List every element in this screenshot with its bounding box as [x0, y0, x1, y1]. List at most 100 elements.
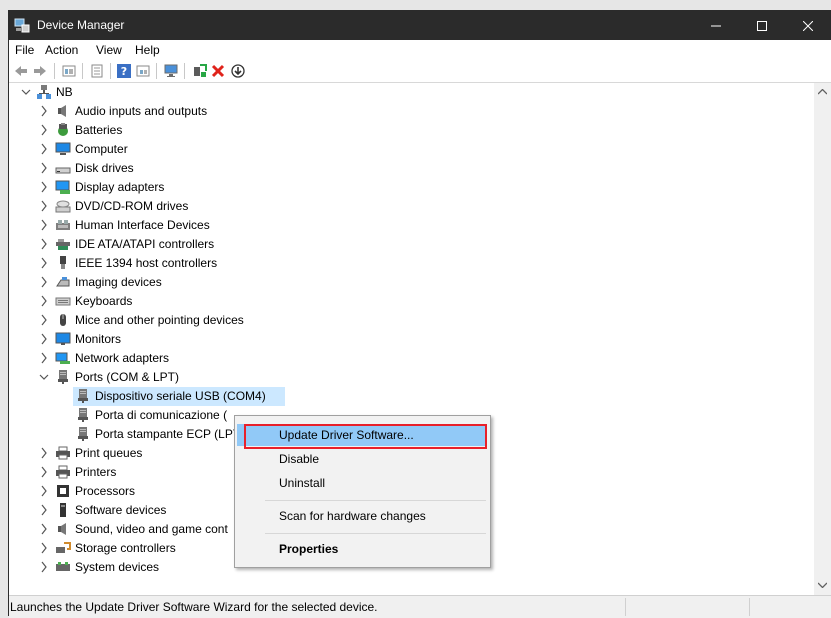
port-icon — [78, 427, 88, 441]
scroll-up-icon[interactable] — [818, 89, 827, 95]
tree-item[interactable]: Computer — [9, 140, 814, 159]
tree-item[interactable]: Audio inputs and outputs — [9, 102, 814, 121]
context-menu-item-scan-for-hardware-changes[interactable]: Scan for hardware changes — [237, 505, 486, 527]
help-icon[interactable]: ? — [116, 63, 132, 79]
menu-separator — [265, 533, 486, 534]
chevron-right-icon[interactable] — [39, 124, 49, 136]
tree-item[interactable]: IEEE 1394 host controllers — [9, 254, 814, 273]
tree-item-label: Ports (COM & LPT) — [75, 370, 180, 384]
chevron-right-icon[interactable] — [39, 333, 49, 345]
tree-item-label: Printers — [75, 465, 117, 479]
chevron-right-icon[interactable] — [39, 238, 49, 250]
chevron-right-icon[interactable] — [39, 542, 49, 554]
ieee1394-icon — [60, 256, 66, 269]
uninstall-x-icon[interactable] — [210, 63, 226, 79]
display-adapter-icon — [55, 180, 70, 194]
tree-item[interactable]: Keyboards — [9, 292, 814, 311]
maximize-button[interactable] — [739, 11, 785, 40]
tree-item[interactable]: IDE ATA/ATAPI controllers — [9, 235, 814, 254]
chevron-right-icon[interactable] — [39, 105, 49, 117]
view-grid-icon[interactable] — [135, 63, 151, 79]
chevron-right-icon[interactable] — [39, 523, 49, 535]
add-legacy-icon[interactable] — [191, 63, 207, 79]
tree-item[interactable]: DVD/CD-ROM drives — [9, 197, 814, 216]
context-menu-item-properties[interactable]: Properties — [237, 538, 486, 560]
tree-item[interactable]: Network adapters — [9, 349, 814, 368]
chevron-right-icon[interactable] — [39, 257, 49, 269]
chevron-right-icon[interactable] — [39, 447, 49, 459]
tree-item[interactable]: Disk drives — [9, 159, 814, 178]
monitor-icon[interactable] — [163, 63, 179, 79]
tree-item[interactable]: Display adapters — [9, 178, 814, 197]
tree-child-label: Porta stampante ECP (LPT — [95, 427, 241, 441]
tree-child-label: Porta di comunicazione ( — [95, 408, 228, 422]
close-icon — [803, 20, 813, 31]
chevron-right-icon[interactable] — [39, 295, 49, 307]
tree-item[interactable]: Batteries — [9, 121, 814, 140]
chevron-down-icon[interactable] — [39, 371, 49, 383]
tree-child-item[interactable]: Dispositivo seriale USB (COM4) — [9, 387, 814, 406]
tree-item[interactable]: Ports (COM & LPT) — [9, 368, 814, 387]
tree-item[interactable]: Mice and other pointing devices — [9, 311, 814, 330]
tree-item-label: Processors — [75, 484, 136, 498]
properties-icon[interactable] — [61, 63, 77, 79]
tree-item-label: Human Interface Devices — [75, 218, 210, 232]
chevron-right-icon[interactable] — [39, 200, 49, 212]
context-menu-item-update-driver-software[interactable]: Update Driver Software... — [237, 424, 486, 446]
chevron-right-icon[interactable] — [39, 219, 49, 231]
software-device-icon — [60, 503, 66, 517]
tree-item[interactable]: Monitors — [9, 330, 814, 349]
vertical-scrollbar[interactable] — [814, 83, 831, 595]
mouse-icon — [60, 314, 66, 326]
speaker-icon — [58, 105, 66, 117]
scroll-down-icon[interactable] — [818, 582, 827, 588]
chevron-right-icon[interactable] — [39, 561, 49, 573]
window-title: Device Manager — [37, 18, 125, 32]
context-menu-label: Properties — [279, 542, 339, 556]
chevron-right-icon[interactable] — [39, 276, 49, 288]
menu-file[interactable]: File — [15, 43, 34, 57]
tree-root-nb[interactable]: NB — [9, 83, 814, 102]
status-bar: Launches the Update Driver Software Wiza… — [9, 595, 831, 618]
forward-arrow-icon[interactable] — [32, 63, 48, 79]
tree-root-label: NB — [56, 85, 73, 99]
show-list-icon[interactable] — [89, 63, 105, 79]
tree-item-label: Computer — [75, 142, 128, 156]
update-down-icon[interactable] — [230, 63, 246, 79]
context-menu-item-uninstall[interactable]: Uninstall — [237, 472, 486, 494]
tree-item[interactable]: Human Interface Devices — [9, 216, 814, 235]
chevron-right-icon[interactable] — [39, 162, 49, 174]
chevron-right-icon[interactable] — [39, 466, 49, 478]
chevron-right-icon[interactable] — [39, 314, 49, 326]
chevron-right-icon[interactable] — [39, 181, 49, 193]
tree-item-label: Mice and other pointing devices — [75, 313, 244, 327]
context-menu-label: Uninstall — [279, 476, 326, 490]
close-button[interactable] — [785, 11, 831, 40]
menu-view[interactable]: View — [96, 43, 122, 57]
tree-item-label: Batteries — [75, 123, 123, 137]
context-menu-item-disable[interactable]: Disable — [237, 448, 486, 470]
printer-icon — [56, 446, 70, 460]
processor-icon — [57, 485, 69, 497]
menu-help[interactable]: Help — [135, 43, 160, 57]
keyboard-icon — [55, 297, 71, 306]
chevron-right-icon[interactable] — [39, 143, 49, 155]
tree-item-label: DVD/CD-ROM drives — [75, 199, 189, 213]
minimize-button[interactable] — [693, 11, 739, 40]
chevron-right-icon[interactable] — [39, 504, 49, 516]
back-arrow-icon[interactable] — [13, 63, 29, 79]
tree-child-label: Dispositivo seriale USB (COM4) — [95, 389, 266, 403]
printer-icon — [56, 465, 70, 479]
chevron-right-icon[interactable] — [39, 485, 49, 497]
title-bar[interactable]: Device Manager — [9, 11, 831, 40]
tree-item-label: Monitors — [75, 332, 122, 346]
context-menu-label: Scan for hardware changes — [279, 509, 426, 523]
monitor-icon — [55, 332, 71, 345]
menu-action[interactable]: Action — [45, 43, 78, 57]
tree-item[interactable]: Imaging devices — [9, 273, 814, 292]
tree-item-label: Imaging devices — [75, 275, 162, 289]
chevron-down-icon[interactable] — [21, 86, 31, 98]
port-icon — [58, 370, 68, 384]
scrollbar-thumb[interactable] — [818, 103, 827, 573]
chevron-right-icon[interactable] — [39, 352, 49, 364]
